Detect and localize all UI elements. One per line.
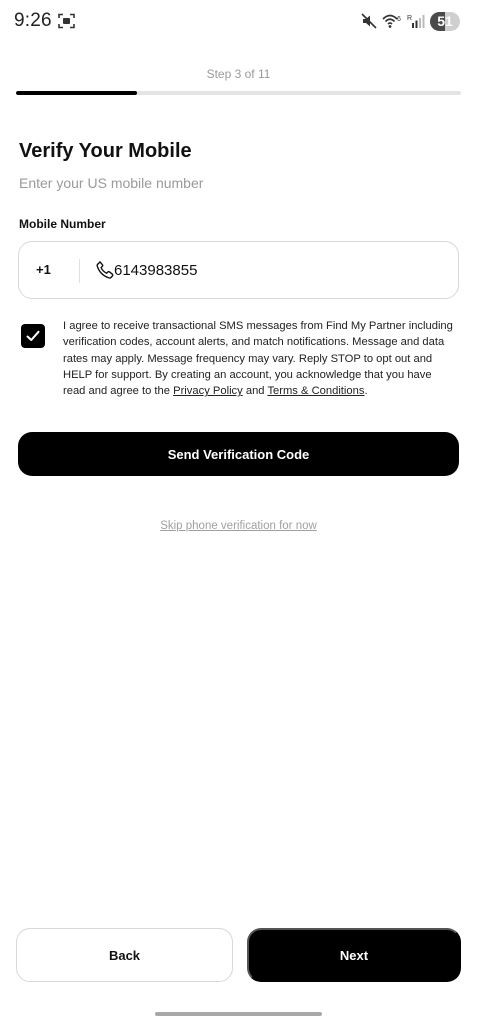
page-title: Verify Your Mobile [19, 140, 192, 162]
status-icons: 6 R 51 [361, 10, 460, 32]
send-verification-code-button[interactable]: Send Verification Code [18, 432, 459, 476]
consent-text-middle: and [242, 385, 268, 398]
home-indicator[interactable] [155, 1012, 322, 1016]
mobile-number-label: Mobile Number [19, 217, 106, 231]
progress-fill [16, 91, 138, 95]
sms-consent-text: I agree to receive transactional SMS mes… [63, 318, 455, 399]
consent-text-end: . [364, 385, 368, 398]
sms-consent-checkbox[interactable] [21, 324, 45, 348]
skip-verification-link[interactable]: Skip phone verification for now [160, 520, 317, 532]
status-bar: 9:26 6 R 51 [0, 0, 477, 42]
wifi-icon: 6 [382, 14, 401, 28]
mobile-number-input[interactable]: 6143983855 [114, 262, 197, 279]
privacy-policy-link[interactable]: Privacy Policy [173, 385, 243, 397]
field-divider [79, 259, 80, 283]
battery-level: 51 [437, 13, 453, 29]
phone-icon [96, 261, 114, 279]
mobile-number-field[interactable]: +1 6143983855 [18, 241, 459, 299]
battery-indicator: 51 [430, 11, 460, 31]
country-code[interactable]: +1 [36, 262, 51, 277]
status-time: 9:26 [14, 10, 52, 31]
page-subtitle: Enter your US mobile number [19, 175, 204, 191]
screen-record-icon [58, 13, 75, 29]
step-indicator: Step 3 of 11 [206, 67, 271, 81]
back-button[interactable]: Back [16, 928, 233, 982]
terms-link[interactable]: Terms & Conditions [267, 385, 364, 397]
checkmark-icon [26, 330, 40, 341]
signal-label: R [407, 15, 412, 22]
signal-icon: R [407, 15, 425, 28]
next-button[interactable]: Next [247, 928, 461, 982]
skip-verification-link-wrapper: Skip phone verification for now [0, 520, 477, 532]
mute-icon [361, 13, 377, 29]
network-label: 6 [397, 16, 401, 23]
progress-bar [16, 91, 461, 95]
